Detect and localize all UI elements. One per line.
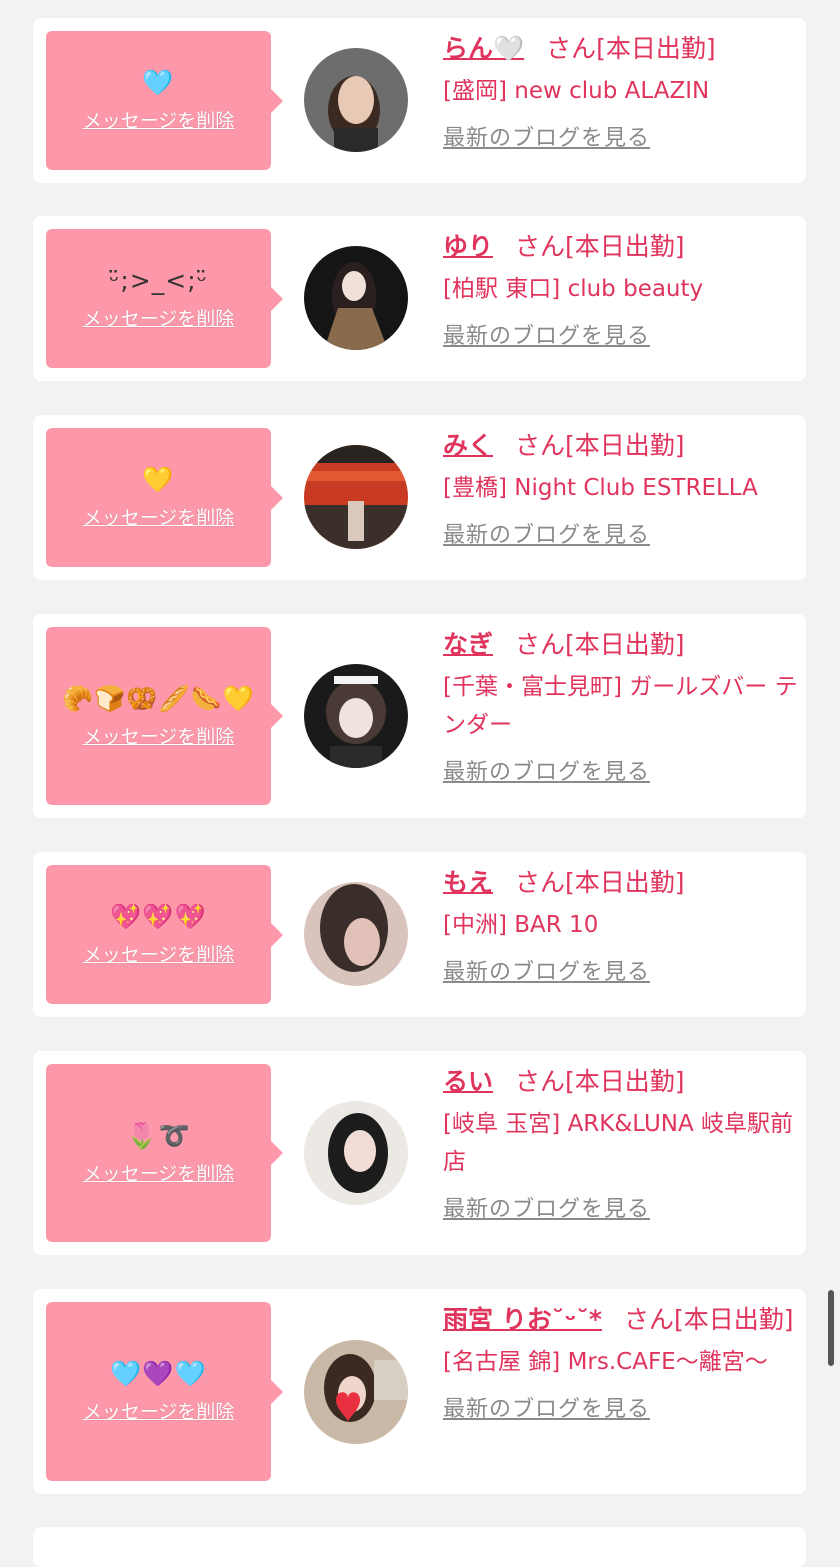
delete-message-link[interactable]: メッセージを削除 [83,503,235,530]
cast-card: 💛 メッセージを削除 みく さん[本日出勤] [豊橋] Night Club ES… [33,415,806,580]
cast-status: さん[本日出勤] [515,1067,685,1096]
view-blog-link[interactable]: 最新のブログを見る [443,120,650,152]
cast-card-partial [33,1527,806,1567]
cast-status: さん[本日出勤] [515,232,685,261]
delete-message-link[interactable]: メッセージを削除 [83,106,235,133]
shop-name: [千葉・富士見町] ガールズバー テンダー [443,674,798,738]
shop-name: [岐阜 玉宮] ARK&LUNA 岐阜駅前店 [443,1111,794,1175]
cast-card: ᵕ̈;>_<;ᵕ̈ メッセージを削除 ゆり さん[本日出勤] [柏駅 東口] cl… [33,216,806,381]
cast-name-link[interactable]: なぎ [443,630,493,659]
shop-name: [柏駅 東口] club beauty [443,276,704,302]
message-bubble: ᵕ̈;>_<;ᵕ̈ メッセージを削除 [46,229,283,368]
cast-status: さん[本日出勤] [623,1305,794,1334]
name-line: ゆり さん[本日出勤] [443,230,798,264]
cast-info: もえ さん[本日出勤] [中洲] BAR 10 最新のブログを見る [443,866,798,986]
message-text: 🩵 [142,68,175,97]
cast-card: 🌷➰ メッセージを削除 るい さん[本日出勤] [岐阜 玉宮] ARK&LUNA … [33,1051,806,1255]
message-bubble: 💖💖💖 メッセージを削除 [46,865,283,1004]
cast-info: らん🤍 さん[本日出勤] [盛岡] new club ALAZIN 最新のブログを… [443,32,798,152]
cast-name-link[interactable]: もえ [443,868,493,897]
message-bubble: 🩵 メッセージを削除 [46,31,283,170]
message-bubble: 🌷➰ メッセージを削除 [46,1064,283,1242]
avatar[interactable] [304,48,408,152]
cast-status: さん[本日出勤] [515,868,685,897]
message-text: 🌷➰ [126,1120,191,1150]
message-text: 🩵💜🩵 [110,1359,207,1388]
delete-message-link[interactable]: メッセージを削除 [83,304,235,331]
cast-info: ゆり さん[本日出勤] [柏駅 東口] club beauty 最新のブログを見る [443,230,798,350]
cast-name-link[interactable]: 雨宮 りお˘ᵕ˘* [443,1305,602,1334]
cast-card: 🩵💜🩵 メッセージを削除 雨宮 りお˘ᵕ˘* さん[本日出勤] [名古屋 錦] M… [33,1289,806,1494]
shop-name: [豊橋] Night Club ESTRELLA [443,475,758,501]
delete-message-link[interactable]: メッセージを削除 [83,940,235,967]
cast-card: 💖💖💖 メッセージを削除 もえ さん[本日出勤] [中洲] BAR 10 最新のブ… [33,852,806,1017]
cast-info: るい さん[本日出勤] [岐阜 玉宮] ARK&LUNA 岐阜駅前店 最新のブログ… [443,1065,798,1223]
name-line: 雨宮 りお˘ᵕ˘* さん[本日出勤] [443,1303,798,1337]
shop-name: [名古屋 錦] Mrs.CAFE〜離宮〜 [443,1349,768,1375]
name-line: らん🤍 さん[本日出勤] [443,32,798,66]
avatar-image [304,48,408,152]
cast-status: さん[本日出勤] [515,431,685,460]
shop-name: [盛岡] new club ALAZIN [443,78,710,104]
name-line: みく さん[本日出勤] [443,429,798,463]
name-line: るい さん[本日出勤] [443,1065,798,1099]
avatar-image [304,664,408,768]
message-text: 💖💖💖 [110,902,207,931]
message-bubble: 💛 メッセージを削除 [46,428,283,567]
shop-name: [中洲] BAR 10 [443,912,599,938]
scrollbar[interactable] [828,1290,834,1366]
avatar[interactable] [304,664,408,768]
view-blog-link[interactable]: 最新のブログを見る [443,1391,650,1423]
avatar-image [304,1340,408,1444]
avatar[interactable] [304,882,408,986]
avatar[interactable] [304,246,408,350]
delete-message-link[interactable]: メッセージを削除 [83,1397,235,1424]
avatar-image [304,882,408,986]
message-text: 🥐🍞🥨🥖🌭💛 [62,683,255,713]
message-text: ᵕ̈;>_<;ᵕ̈ [109,266,208,295]
view-blog-link[interactable]: 最新のブログを見る [443,954,650,986]
view-blog-link[interactable]: 最新のブログを見る [443,318,650,350]
delete-message-link[interactable]: メッセージを削除 [83,722,235,749]
view-blog-link[interactable]: 最新のブログを見る [443,1191,650,1223]
cast-name-link[interactable]: みく [443,431,493,460]
cast-card: 🩵 メッセージを削除 らん🤍 さん[本日出勤] [盛岡] new club ALA… [33,18,806,183]
cast-info: みく さん[本日出勤] [豊橋] Night Club ESTRELLA 最新のブ… [443,429,798,549]
cast-name-link[interactable]: ゆり [443,232,493,261]
avatar-image [304,246,408,350]
avatar[interactable] [304,1101,408,1205]
view-blog-link[interactable]: 最新のブログを見る [443,517,650,549]
avatar[interactable] [304,445,408,549]
name-line: もえ さん[本日出勤] [443,866,798,900]
name-line: なぎ さん[本日出勤] [443,628,798,662]
avatar[interactable] [304,1340,408,1444]
message-bubble: 🥐🍞🥨🥖🌭💛 メッセージを削除 [46,627,283,805]
view-blog-link[interactable]: 最新のブログを見る [443,754,650,786]
cast-status: さん[本日出勤] [546,34,716,63]
cast-card: 🥐🍞🥨🥖🌭💛 メッセージを削除 なぎ さん[本日出勤] [千葉・富士見町] ガール… [33,614,806,818]
cast-status: さん[本日出勤] [515,630,685,659]
message-text: 💛 [142,465,175,494]
cast-info: なぎ さん[本日出勤] [千葉・富士見町] ガールズバー テンダー 最新のブログを… [443,628,798,786]
cast-info: 雨宮 りお˘ᵕ˘* さん[本日出勤] [名古屋 錦] Mrs.CAFE〜離宮〜 最… [443,1303,798,1423]
cast-name-link[interactable]: らん🤍 [443,34,524,63]
message-bubble: 🩵💜🩵 メッセージを削除 [46,1302,283,1481]
avatar-image [304,445,408,549]
delete-message-link[interactable]: メッセージを削除 [83,1159,235,1186]
cast-name-link[interactable]: るい [443,1067,493,1096]
avatar-image [304,1101,408,1205]
